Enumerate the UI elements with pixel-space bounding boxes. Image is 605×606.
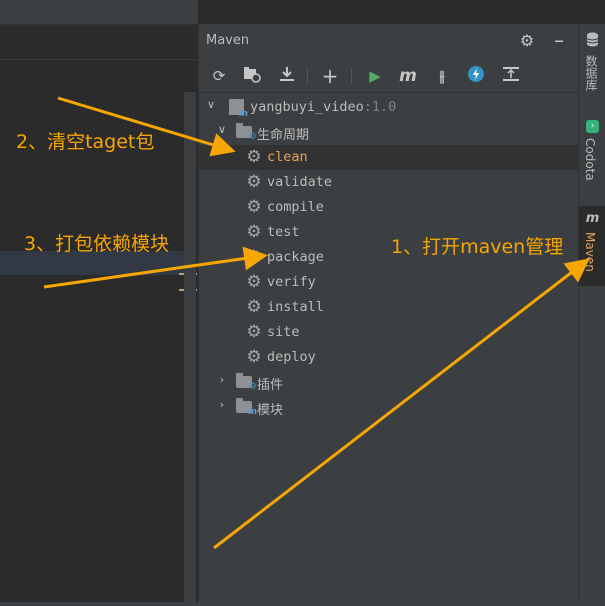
lifecycle-folder-icon: ⚙ [236, 123, 257, 142]
codota-tool-button[interactable]: › Codota [579, 116, 605, 192]
gear-icon: ⚙ [246, 247, 262, 267]
gear-icon: ⚙ [246, 322, 262, 342]
goal-label: validate [267, 174, 333, 190]
annotation-step3: 3、打包依赖模块 [24, 233, 170, 255]
database-tool-button[interactable]: 数据库 [579, 28, 605, 98]
database-icon [584, 32, 601, 49]
gear-icon: ⚙ [246, 172, 262, 192]
gear-icon: ⚙ [246, 147, 262, 167]
goal-deploy[interactable]: ⚙ deploy [199, 345, 579, 370]
editor-tab-bar [0, 0, 198, 25]
editor-inspection-bar: ⚠ 2 ✓ 3 ⌃ ⌄ [0, 59, 198, 143]
chevron-down-icon[interactable]: ∨ [215, 123, 229, 136]
codota-label: Codota [583, 138, 597, 181]
toolbar-divider [351, 68, 352, 84]
toolbar-divider [307, 68, 308, 84]
panel-title: Maven [206, 33, 250, 48]
goal-label: compile [267, 199, 324, 215]
modules-folder-icon: m [236, 398, 257, 417]
gear-icon: ⚙ [246, 272, 262, 292]
gear-icon[interactable]: ⚙ [517, 31, 537, 51]
maven-icon: m [585, 211, 600, 226]
minimize-icon[interactable]: – [549, 30, 569, 51]
tree-lifecycle-node[interactable]: ∨ ⚙ 生命周期 [199, 120, 579, 145]
goal-label: site [267, 324, 300, 340]
maven-tool-button[interactable]: m Maven [579, 206, 605, 286]
download-icon[interactable] [276, 65, 298, 87]
lifecycle-label: 生命周期 [257, 128, 310, 143]
goal-install[interactable]: ⚙ install [199, 295, 579, 320]
annotation-step1: 1、打开maven管理 [391, 236, 564, 258]
goal-label: deploy [267, 349, 316, 365]
tree-plugins-node[interactable]: › ⚙ 插件 [199, 370, 579, 395]
tree-modules-node[interactable]: › m 模块 [199, 395, 579, 420]
chevron-right-icon[interactable]: › [215, 373, 229, 386]
goal-validate[interactable]: ⚙ validate [199, 170, 579, 195]
goal-site[interactable]: ⚙ site [199, 320, 579, 345]
goal-verify[interactable]: ⚙ verify [199, 270, 579, 295]
annotation-step2: 2、清空taget包 [16, 131, 155, 153]
editor-content [0, 92, 184, 602]
goal-label: clean [267, 149, 308, 165]
run-icon[interactable]: ▶ [364, 65, 386, 87]
goal-clean[interactable]: ⚙ clean [199, 145, 579, 170]
maven-panel: Maven ⚙ – ⟳ + ▶ m ⫲ ∨ m yangbuyi_video:1… [198, 24, 579, 602]
gear-icon: ⚙ [246, 297, 262, 317]
project-name: yangbuyi_video:1.0 [250, 99, 397, 115]
maven-goal-icon[interactable]: m [397, 65, 419, 87]
goal-label: package [267, 249, 324, 265]
gear-icon: ⚙ [246, 197, 262, 217]
editor-scrollbar[interactable] [184, 92, 196, 602]
add-icon[interactable]: + [319, 65, 341, 87]
gear-icon: ⚙ [246, 347, 262, 367]
plugins-label: 插件 [257, 378, 284, 393]
goal-label: install [267, 299, 324, 315]
goal-label: test [267, 224, 300, 240]
generate-sources-icon[interactable] [241, 65, 263, 87]
plugins-folder-icon: ⚙ [236, 373, 257, 392]
codota-icon: › [586, 120, 599, 133]
maven-project-icon: m [229, 99, 248, 119]
gear-icon: ⚙ [246, 222, 262, 242]
tree-project-node[interactable]: ∨ m yangbuyi_video:1.0 [199, 95, 579, 120]
chevron-right-icon[interactable]: › [215, 398, 229, 411]
reload-icon[interactable]: ⟳ [208, 65, 230, 87]
goal-label: verify [267, 274, 316, 290]
goal-compile[interactable]: ⚙ compile [199, 195, 579, 220]
maven-label: Maven [583, 232, 597, 272]
modules-label: 模块 [257, 403, 284, 418]
skip-tests-icon[interactable]: ⫲ [431, 65, 453, 87]
right-tool-strip: 数据库 › Codota m Maven [578, 24, 605, 602]
chevron-down-icon[interactable]: ∨ [204, 98, 218, 111]
offline-icon[interactable] [465, 65, 487, 87]
database-label: 数据库 [584, 55, 598, 91]
status-bar [0, 602, 605, 606]
maven-toolbar: ⟳ + ▶ m ⫲ [199, 58, 579, 93]
dependencies-icon[interactable] [500, 65, 522, 87]
maven-panel-header: Maven ⚙ – [199, 24, 579, 58]
